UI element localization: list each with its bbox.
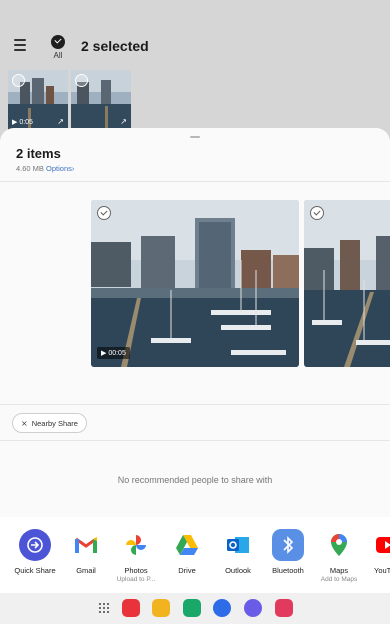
- preview-check-icon[interactable]: [310, 206, 324, 220]
- share-sheet: 2 items 4.60 MB Options› ▶ 00:05 ⨯ Nearb…: [0, 128, 390, 624]
- divider: [0, 440, 390, 441]
- share-apps-row: Quick Share Gmail Photos Upload to P... …: [0, 517, 390, 594]
- check-icon: [51, 35, 65, 49]
- share-size: 4.60 MB: [16, 164, 44, 173]
- share-app-gmail[interactable]: Gmail: [61, 529, 111, 575]
- camera-icon[interactable]: [275, 599, 293, 617]
- divider: [0, 181, 390, 182]
- select-all-toggle[interactable]: All: [50, 35, 66, 60]
- flipboard-icon[interactable]: [122, 599, 140, 617]
- gallery-selection-bar: All 2 selected ▶ 0:05 ↗ ↗: [0, 0, 390, 140]
- internet-icon[interactable]: [244, 599, 262, 617]
- gallery-thumbnail[interactable]: ▶ 0:05 ↗: [8, 70, 68, 130]
- bluetooth-icon: [272, 529, 304, 561]
- my-files-icon[interactable]: [152, 599, 170, 617]
- app-label: YouT: [374, 566, 390, 575]
- selected-count-title: 2 selected: [81, 38, 149, 54]
- youtube-icon: [374, 529, 390, 561]
- app-label: Drive: [178, 566, 196, 575]
- google-maps-icon: [323, 529, 355, 561]
- app-label: Gmail: [76, 566, 96, 575]
- messages-icon[interactable]: [213, 599, 231, 617]
- no-recommended-people-text: No recommended people to share with: [117, 475, 273, 485]
- google-photos-icon: [120, 529, 152, 561]
- divider: [0, 404, 390, 405]
- thumbnail-check-icon[interactable]: [12, 74, 25, 87]
- share-app-outlook[interactable]: Outlook: [213, 529, 263, 575]
- outlook-icon: [222, 529, 254, 561]
- app-label: Bluetooth: [272, 566, 304, 575]
- thumbnail-duration: ▶ 0:05: [12, 119, 33, 126]
- chevron-right-icon: ›: [71, 164, 75, 173]
- app-label: Outlook: [225, 566, 251, 575]
- app-label: Maps: [329, 566, 349, 575]
- share-app-drive[interactable]: Drive: [162, 529, 212, 575]
- thumbnail-check-icon[interactable]: [75, 74, 88, 87]
- sheet-drag-handle[interactable]: [190, 136, 200, 138]
- app-label: Photos: [124, 566, 148, 575]
- app-sublabel: Upload to P...: [116, 576, 156, 583]
- quick-share-icon: [19, 529, 51, 561]
- options-link[interactable]: Options›: [46, 164, 74, 173]
- app-drawer-icon[interactable]: [99, 603, 109, 613]
- nearby-share-label: Nearby Share: [31, 418, 78, 428]
- share-items-subtitle: 4.60 MB Options›: [16, 164, 74, 173]
- phone-icon[interactable]: [183, 599, 201, 617]
- expand-icon[interactable]: ↗: [57, 117, 64, 126]
- share-app-bluetooth[interactable]: Bluetooth: [263, 529, 313, 575]
- google-drive-icon: [171, 529, 203, 561]
- share-app-maps[interactable]: Maps Add to Maps: [314, 529, 364, 583]
- options-label: Options: [46, 164, 72, 173]
- gallery-thumbnail[interactable]: ↗: [71, 70, 131, 130]
- app-label: Quick Share: [14, 566, 56, 575]
- taskbar-dock: [0, 593, 390, 624]
- nearby-share-icon: ⨯: [21, 418, 28, 428]
- app-sublabel: Add to Maps: [320, 576, 358, 583]
- share-app-photos[interactable]: Photos Upload to P...: [111, 529, 161, 583]
- share-preview-item[interactable]: [304, 200, 390, 367]
- preview-check-icon[interactable]: [97, 206, 111, 220]
- share-app-quick-share[interactable]: Quick Share: [10, 529, 60, 575]
- select-all-label: All: [53, 51, 63, 60]
- share-app-youtube[interactable]: YouT: [364, 529, 390, 575]
- expand-icon[interactable]: ↗: [120, 117, 127, 126]
- gmail-icon: [70, 529, 102, 561]
- share-preview-item[interactable]: ▶ 00:05: [91, 200, 299, 367]
- nearby-share-button[interactable]: ⨯ Nearby Share: [12, 413, 87, 433]
- share-items-title: 2 items: [16, 146, 61, 161]
- preview-duration: ▶ 00:05: [97, 347, 130, 359]
- menu-icon[interactable]: [14, 39, 28, 53]
